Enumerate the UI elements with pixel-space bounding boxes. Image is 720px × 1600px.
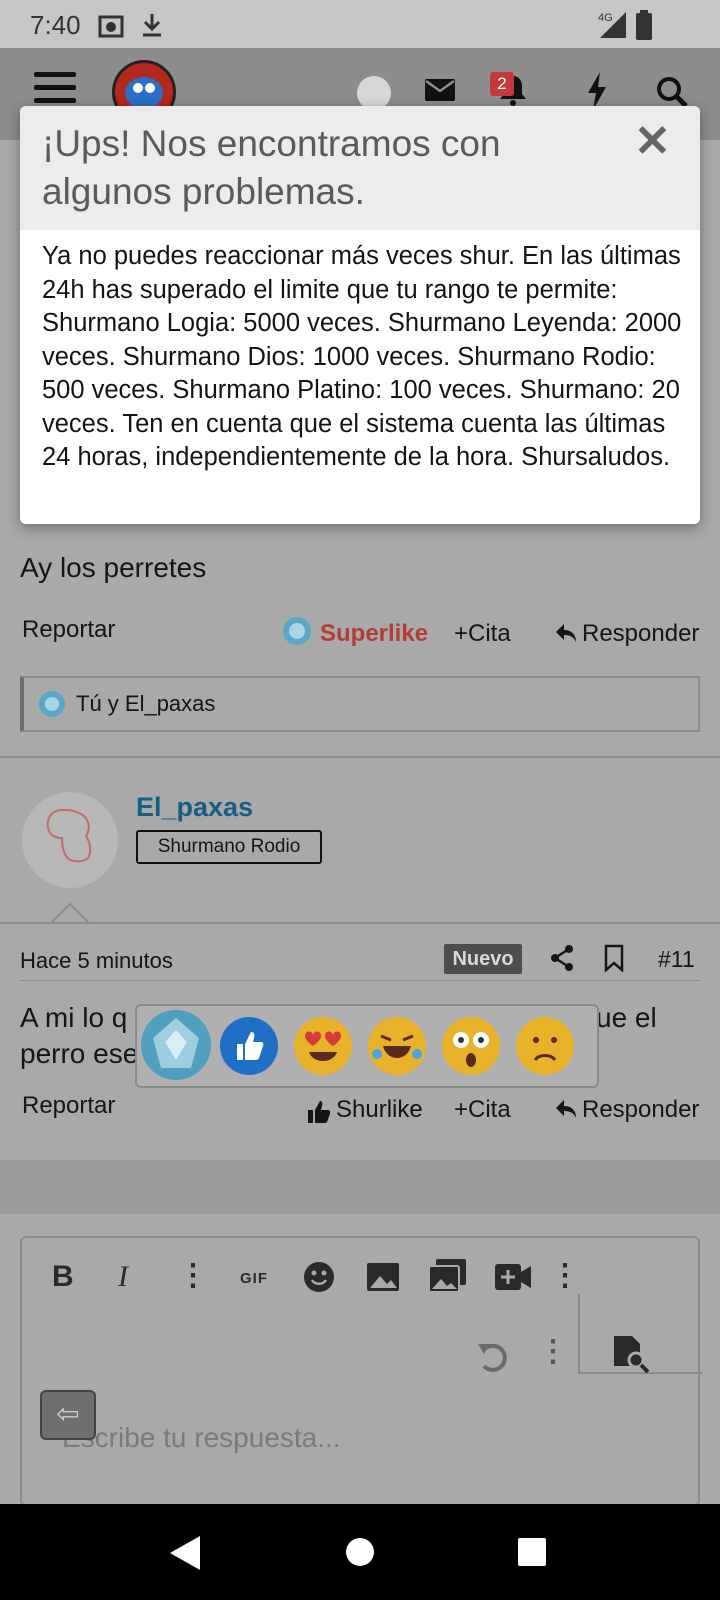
like-reaction-icon[interactable] (219, 1016, 279, 1076)
post-body-end: ue el (596, 1002, 657, 1033)
reply-button[interactable]: Responder (582, 1096, 699, 1124)
back-button[interactable]: ⇦ (40, 1390, 96, 1440)
bold-icon[interactable]: B (52, 1260, 74, 1294)
signal-icon (600, 12, 626, 38)
preview-icon[interactable] (612, 1334, 652, 1374)
toolbar-separator (578, 1294, 580, 1372)
footer-band (0, 1160, 720, 1214)
search-icon[interactable] (656, 76, 688, 108)
dialog-title: ¡Ups! Nos encontramos con algunos proble… (42, 123, 501, 212)
post-meta-divider (20, 980, 700, 981)
post-divider (0, 756, 720, 758)
share-icon[interactable] (550, 944, 574, 972)
reactions-summary-text: Tú y El_paxas (76, 691, 216, 716)
diamond-icon (283, 617, 311, 645)
avatar-pointer (50, 902, 90, 924)
post-number[interactable]: #11 (658, 946, 695, 973)
reactions-summary[interactable]: Tú y El_paxas (20, 676, 700, 732)
shocked-reaction-icon[interactable] (441, 1016, 501, 1076)
bookmark-icon[interactable] (604, 944, 624, 972)
more-options-icon[interactable]: ⋮ (550, 1258, 580, 1293)
love-eyes-reaction-icon[interactable] (293, 1016, 353, 1076)
reply-button[interactable]: Responder (582, 620, 699, 648)
reply-input[interactable]: Escribe tu respuesta... (62, 1422, 341, 1454)
video-icon[interactable] (494, 1262, 532, 1292)
diamond-reaction-icon[interactable] (139, 1008, 213, 1082)
back-arrow-icon: ⇦ (56, 1398, 80, 1429)
post-body-line2: perro ese (20, 1038, 139, 1069)
post-timestamp[interactable]: Hace 5 minutos (20, 948, 173, 974)
image-icon[interactable] (366, 1262, 400, 1292)
undo-icon[interactable] (476, 1340, 510, 1374)
reaction-picker (135, 1004, 599, 1088)
back-nav-icon[interactable] (170, 1536, 200, 1570)
superlike-button[interactable]: Superlike (320, 620, 428, 648)
more-options-icon[interactable]: ⋮ (178, 1258, 208, 1293)
error-dialog: ¡Ups! Nos encontramos con algunos proble… (20, 106, 700, 524)
post-body-start: A mi lo q (20, 1002, 128, 1033)
italic-icon[interactable]: I (118, 1260, 128, 1294)
system-nav-bar (0, 1504, 720, 1600)
post-header-divider (0, 922, 720, 924)
gif-icon[interactable]: GIF (240, 1270, 268, 1287)
close-icon[interactable]: ✕ (634, 116, 671, 167)
quote-button[interactable]: +Cita (454, 1096, 511, 1124)
home-nav-icon[interactable] (346, 1538, 374, 1566)
download-icon (143, 14, 161, 37)
dialog-message: Ya no puedes reaccionar más veces shur. … (42, 242, 682, 471)
gallery-icon[interactable] (428, 1258, 468, 1294)
user-avatar-icon[interactable] (357, 76, 391, 110)
diamond-icon (39, 691, 65, 717)
user-rank-badge: Shurmano Rodio (136, 830, 322, 864)
avatar-drawing (46, 808, 92, 863)
report-link[interactable]: Reportar (22, 616, 115, 644)
laughing-reaction-icon[interactable] (367, 1016, 427, 1076)
thumbs-up-icon (308, 1101, 330, 1123)
mail-icon[interactable] (424, 78, 456, 102)
sad-reaction-icon[interactable] (515, 1016, 575, 1076)
notification-badge: 2 (490, 72, 514, 96)
more-options-icon[interactable]: ⋮ (538, 1334, 568, 1369)
battery-icon (636, 10, 652, 40)
screenshot-icon (98, 15, 124, 38)
avatar[interactable] (22, 792, 118, 888)
reply-icon (556, 1100, 576, 1118)
lightning-icon[interactable] (586, 72, 608, 110)
recents-nav-icon[interactable] (518, 1538, 546, 1566)
reply-editor[interactable]: B I ⋮ GIF ⋮ ⋮ (20, 1236, 702, 1506)
shurlike-button[interactable]: Shurlike (336, 1096, 423, 1124)
report-link[interactable]: Reportar (22, 1092, 115, 1120)
reply-icon (556, 624, 576, 642)
emoji-icon[interactable] (302, 1260, 336, 1294)
post-body: Ay los perretes (20, 552, 207, 583)
status-bar: 7:40 4G (0, 0, 720, 48)
status-time: 7:40 (30, 10, 81, 40)
new-badge: Nuevo (444, 944, 522, 974)
quote-button[interactable]: +Cita (454, 620, 511, 648)
post-author[interactable]: El_paxas (136, 792, 253, 823)
